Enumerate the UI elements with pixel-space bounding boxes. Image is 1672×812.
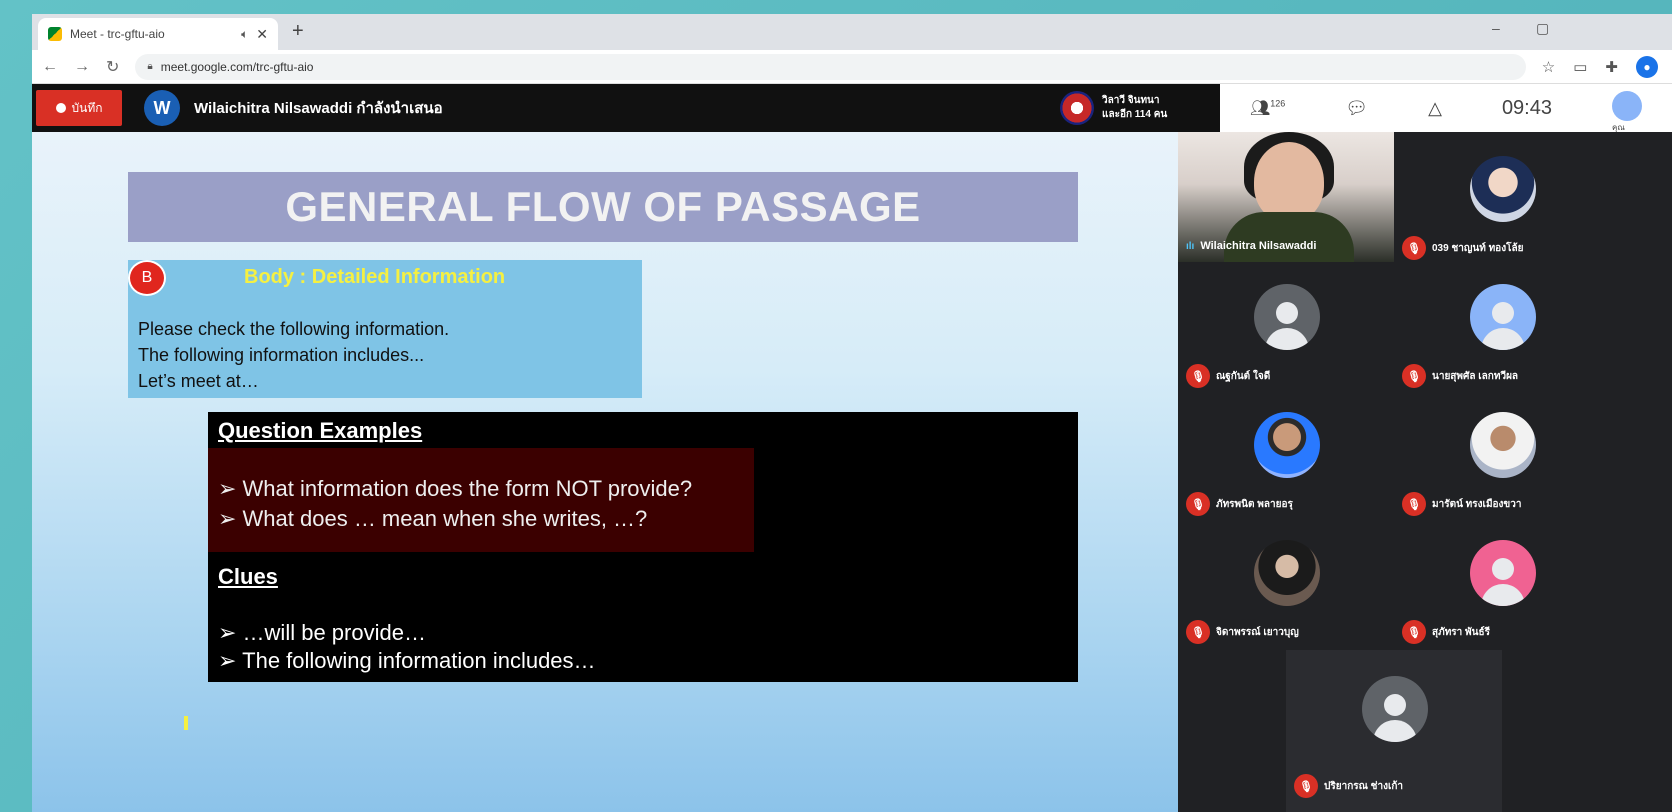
profile-avatar-icon[interactable]: ●: [1636, 55, 1658, 78]
pointer-cursor-icon: [184, 716, 188, 730]
mic-off-icon: 🎙︎: [1186, 620, 1210, 644]
meet-top-bar: บันทึก W Wilaichitra Nilsawaddi กำลังนำเ…: [32, 84, 1672, 132]
participant-name: ภัทรพนิต พลายอรุ: [1216, 498, 1293, 510]
participant-avatar: [1470, 540, 1536, 606]
speaker-face: [1254, 142, 1324, 222]
question-list: ➢ What information does the form NOT pro…: [208, 448, 754, 552]
participant-name: นายสุพศัล เลกทวีผล: [1432, 370, 1519, 382]
mic-off-icon: 🎙︎: [1402, 364, 1426, 388]
mic-off-icon: 🎙︎: [1186, 492, 1210, 516]
participant-avatar: [1254, 412, 1320, 478]
back-arrow-icon[interactable]: ←: [42, 58, 58, 76]
body-line: Let’s meet at…: [138, 371, 259, 391]
participant-name: ปริยากรณ ช่างเก้า: [1324, 780, 1404, 792]
speaking-wave-icon: ılı: [1186, 240, 1195, 252]
mic-off-icon: 🎙︎: [1402, 236, 1426, 260]
browser-toolbar: ← → ↻ 🔒︎ meet.google.com/trc-gftu-aio ☆ …: [32, 50, 1672, 84]
record-dot-icon: [55, 103, 66, 113]
maximize-button[interactable]: ▢: [1536, 20, 1549, 37]
cast-icon[interactable]: ▭: [1573, 58, 1587, 76]
audio-playing-icon[interactable]: 🔈︎: [241, 27, 248, 42]
participant-tile[interactable]: 🎙︎ ปริยากรณ ช่างเก้า: [1286, 650, 1502, 812]
clues-heading: Clues: [218, 564, 278, 589]
body-info-box: B Body : Detailed Information Please che…: [128, 260, 642, 398]
lock-icon: 🔒︎: [147, 61, 153, 72]
tab-strip: Meet - trc-gftu-aio 🔈︎ ✕ + – ▢: [32, 14, 1672, 50]
participant-name: จิดาพรรณ์ เยาวบุญ: [1216, 626, 1299, 638]
participant-name: มารัตน์ ทรงเมืองขวา: [1432, 498, 1522, 510]
url-text: meet.google.com/trc-gftu-aio: [160, 59, 314, 74]
body-line: The following information includes...: [138, 345, 425, 365]
participant-tile[interactable]: 🎙︎ ภัทรพนิต พลายอรุ: [1178, 390, 1394, 518]
meeting-clock: 09:43: [1501, 96, 1552, 119]
participant-avatar: [1470, 284, 1536, 350]
mic-off-icon: 🎙︎: [1186, 364, 1210, 388]
presenter-avatar: W: [144, 90, 180, 126]
people-count: 126: [1270, 98, 1286, 109]
slide-title: GENERAL FLOW OF PASSAGE: [128, 172, 1078, 242]
participant-avatar: [1254, 540, 1320, 606]
participant-tile[interactable]: 🎙︎ จิดาพรรณ์ เยาวบุญ: [1178, 518, 1394, 646]
self-view[interactable]: คุณ: [1611, 90, 1642, 132]
clue-item: ➢ …will be provide…: [218, 620, 426, 645]
participant-avatar: [1362, 676, 1428, 742]
participant-tile[interactable]: 🎙︎ นายสุพศัล เลกทวีผล: [1394, 262, 1610, 390]
speaker-name: Wilaichitra Nilsawaddi: [1200, 240, 1317, 252]
bookmark-star-icon[interactable]: ☆: [1542, 58, 1555, 76]
speaker-body: [1224, 212, 1354, 262]
presentation-slide: GENERAL FLOW OF PASSAGE B Body : Detaile…: [32, 132, 1178, 812]
recording-indicator[interactable]: บันทึก: [36, 90, 122, 126]
mic-off-icon: 🎙︎: [1402, 492, 1426, 516]
mic-off-icon: 🎙︎: [1294, 774, 1318, 798]
section-badge: B: [128, 260, 166, 296]
clue-item: ➢ The following information includes…: [218, 648, 596, 673]
participant-name: 039 ชาญนท์ ทองโล้ย: [1432, 242, 1524, 254]
address-bar[interactable]: 🔒︎ meet.google.com/trc-gftu-aio: [135, 53, 1526, 80]
forward-arrow-icon[interactable]: →: [74, 58, 90, 76]
minimize-button[interactable]: –: [1492, 20, 1500, 36]
new-tab-button[interactable]: +: [292, 20, 304, 43]
participant-avatar: [1254, 284, 1320, 350]
body-line: Please check the following information.: [138, 319, 450, 339]
school-logo-icon: [1060, 91, 1094, 125]
participant-name: สุภัทรา พันธ์รี: [1432, 626, 1490, 638]
reload-icon[interactable]: ↻: [106, 57, 119, 77]
browser-window: Meet - trc-gftu-aio 🔈︎ ✕ + – ▢ ← → ↻ 🔒︎ …: [32, 14, 1672, 812]
participant-avatar: [1470, 412, 1536, 478]
participant-avatar: [1470, 156, 1536, 222]
body-heading: Body : Detailed Information: [244, 266, 506, 288]
extensions-puzzle-icon[interactable]: ✚: [1605, 58, 1618, 76]
chat-icon[interactable]: 💬︎: [1345, 98, 1368, 119]
close-tab-icon[interactable]: ✕: [256, 26, 268, 43]
participant-name: ณฐกันต์ ใจดี: [1216, 370, 1271, 382]
participant-tile[interactable]: 🎙︎ สุภัทรา พันธ์รี: [1394, 518, 1610, 646]
people-icon: 👥︎: [1249, 100, 1271, 117]
question-box: Question Examples ➢ What information doe…: [208, 412, 1078, 682]
mic-off-icon: 🎙︎: [1402, 620, 1426, 644]
meet-favicon-icon: [48, 27, 62, 41]
activities-icon[interactable]: △: [1428, 98, 1442, 119]
host-name: วิลาวี จินทนา: [1102, 95, 1160, 106]
others-count: และอีก 114 คน: [1102, 109, 1168, 120]
participant-tile[interactable]: 🎙︎ ณฐกันต์ ใจดี: [1178, 262, 1394, 390]
meet-controls: 👥︎126 💬︎ △ 09:43 คุณ: [1220, 84, 1672, 132]
presenter-status: Wilaichitra Nilsawaddi กำลังนำเสนอ: [194, 100, 443, 117]
record-label: บันทึก: [71, 100, 103, 115]
participant-chip[interactable]: วิลาวี จินทนา และอีก 114 คน: [1060, 84, 1190, 132]
tab-title: Meet - trc-gftu-aio: [70, 27, 165, 41]
question-item: ➢ What information does the form NOT pro…: [218, 476, 693, 501]
question-heading: Question Examples: [218, 418, 423, 443]
browser-tab[interactable]: Meet - trc-gftu-aio 🔈︎ ✕: [38, 18, 278, 50]
participant-gallery: ılı Wilaichitra Nilsawaddi 🎙︎ 039 ชาญนท์ …: [1178, 132, 1672, 812]
question-item: ➢ What does … mean when she writes, …?: [218, 506, 648, 531]
participant-tile[interactable]: 🎙︎ มารัตน์ ทรงเมืองขวา: [1394, 390, 1610, 518]
people-button[interactable]: 👥︎126: [1250, 98, 1285, 118]
participant-tile[interactable]: 🎙︎ 039 ชาญนท์ ทองโล้ย: [1394, 134, 1610, 262]
self-avatar-icon: [1611, 90, 1642, 121]
speaker-tile[interactable]: ılı Wilaichitra Nilsawaddi: [1178, 132, 1394, 262]
